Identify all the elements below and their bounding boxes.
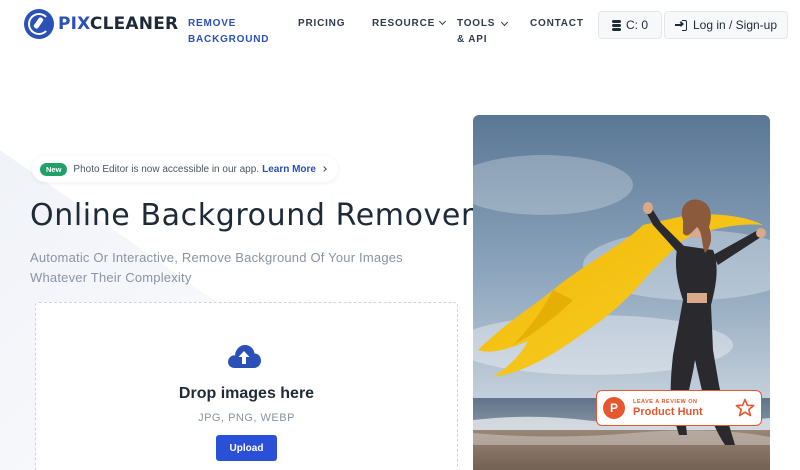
login-signup-button[interactable]: Log in / Sign-up (664, 11, 788, 39)
login-label: Log in / Sign-up (692, 18, 778, 32)
chevron-right-icon (321, 166, 327, 172)
logo[interactable]: PIXCLEANER (24, 9, 178, 39)
supported-formats: JPG, PNG, WEBP (198, 412, 295, 424)
login-icon (674, 19, 687, 31)
announcement-text: Photo Editor is now accessible in our ap… (73, 163, 260, 175)
star-icon (735, 398, 755, 417)
new-badge: New (40, 162, 68, 176)
product-hunt-badge[interactable]: P LEAVE A REVIEW ON Product Hunt (596, 390, 762, 426)
product-hunt-name: Product Hunt (633, 405, 703, 418)
cloud-upload-icon (228, 345, 261, 368)
learn-more-link[interactable]: Learn More (262, 164, 316, 175)
product-hunt-logo: P (603, 397, 625, 419)
logo-icon (24, 9, 54, 39)
dropzone-title: Drop images here (178, 385, 315, 402)
logo-text: PIXCLEANER (58, 14, 179, 34)
nav-tools-api[interactable]: TOOLS & API (457, 16, 495, 48)
coins-icon (611, 19, 621, 31)
nav-contact[interactable]: CONTACT (530, 16, 584, 32)
hero-subtitle: Automatic Or Interactive, Remove Backgro… (30, 250, 403, 285)
nav-pricing[interactable]: PRICING (298, 16, 345, 32)
upload-button[interactable]: Upload (216, 435, 277, 461)
nav-resource[interactable]: RESOURCE (372, 16, 447, 32)
site-header: PIXCLEANER REMOVE BACKGROUND PRICING RES… (0, 0, 800, 56)
chevron-down-icon (500, 18, 509, 27)
chevron-down-icon (439, 17, 447, 26)
credits-button[interactable]: C: 0 (598, 11, 662, 39)
nav-remove-background[interactable]: REMOVE BACKGROUND (188, 16, 269, 48)
product-hunt-caption: LEAVE A REVIEW ON (633, 398, 698, 405)
page-title: Online Background Remover (30, 198, 474, 233)
announcement-banner[interactable]: New Photo Editor is now accessible in ou… (32, 156, 338, 182)
credits-label: C: 0 (625, 18, 648, 32)
